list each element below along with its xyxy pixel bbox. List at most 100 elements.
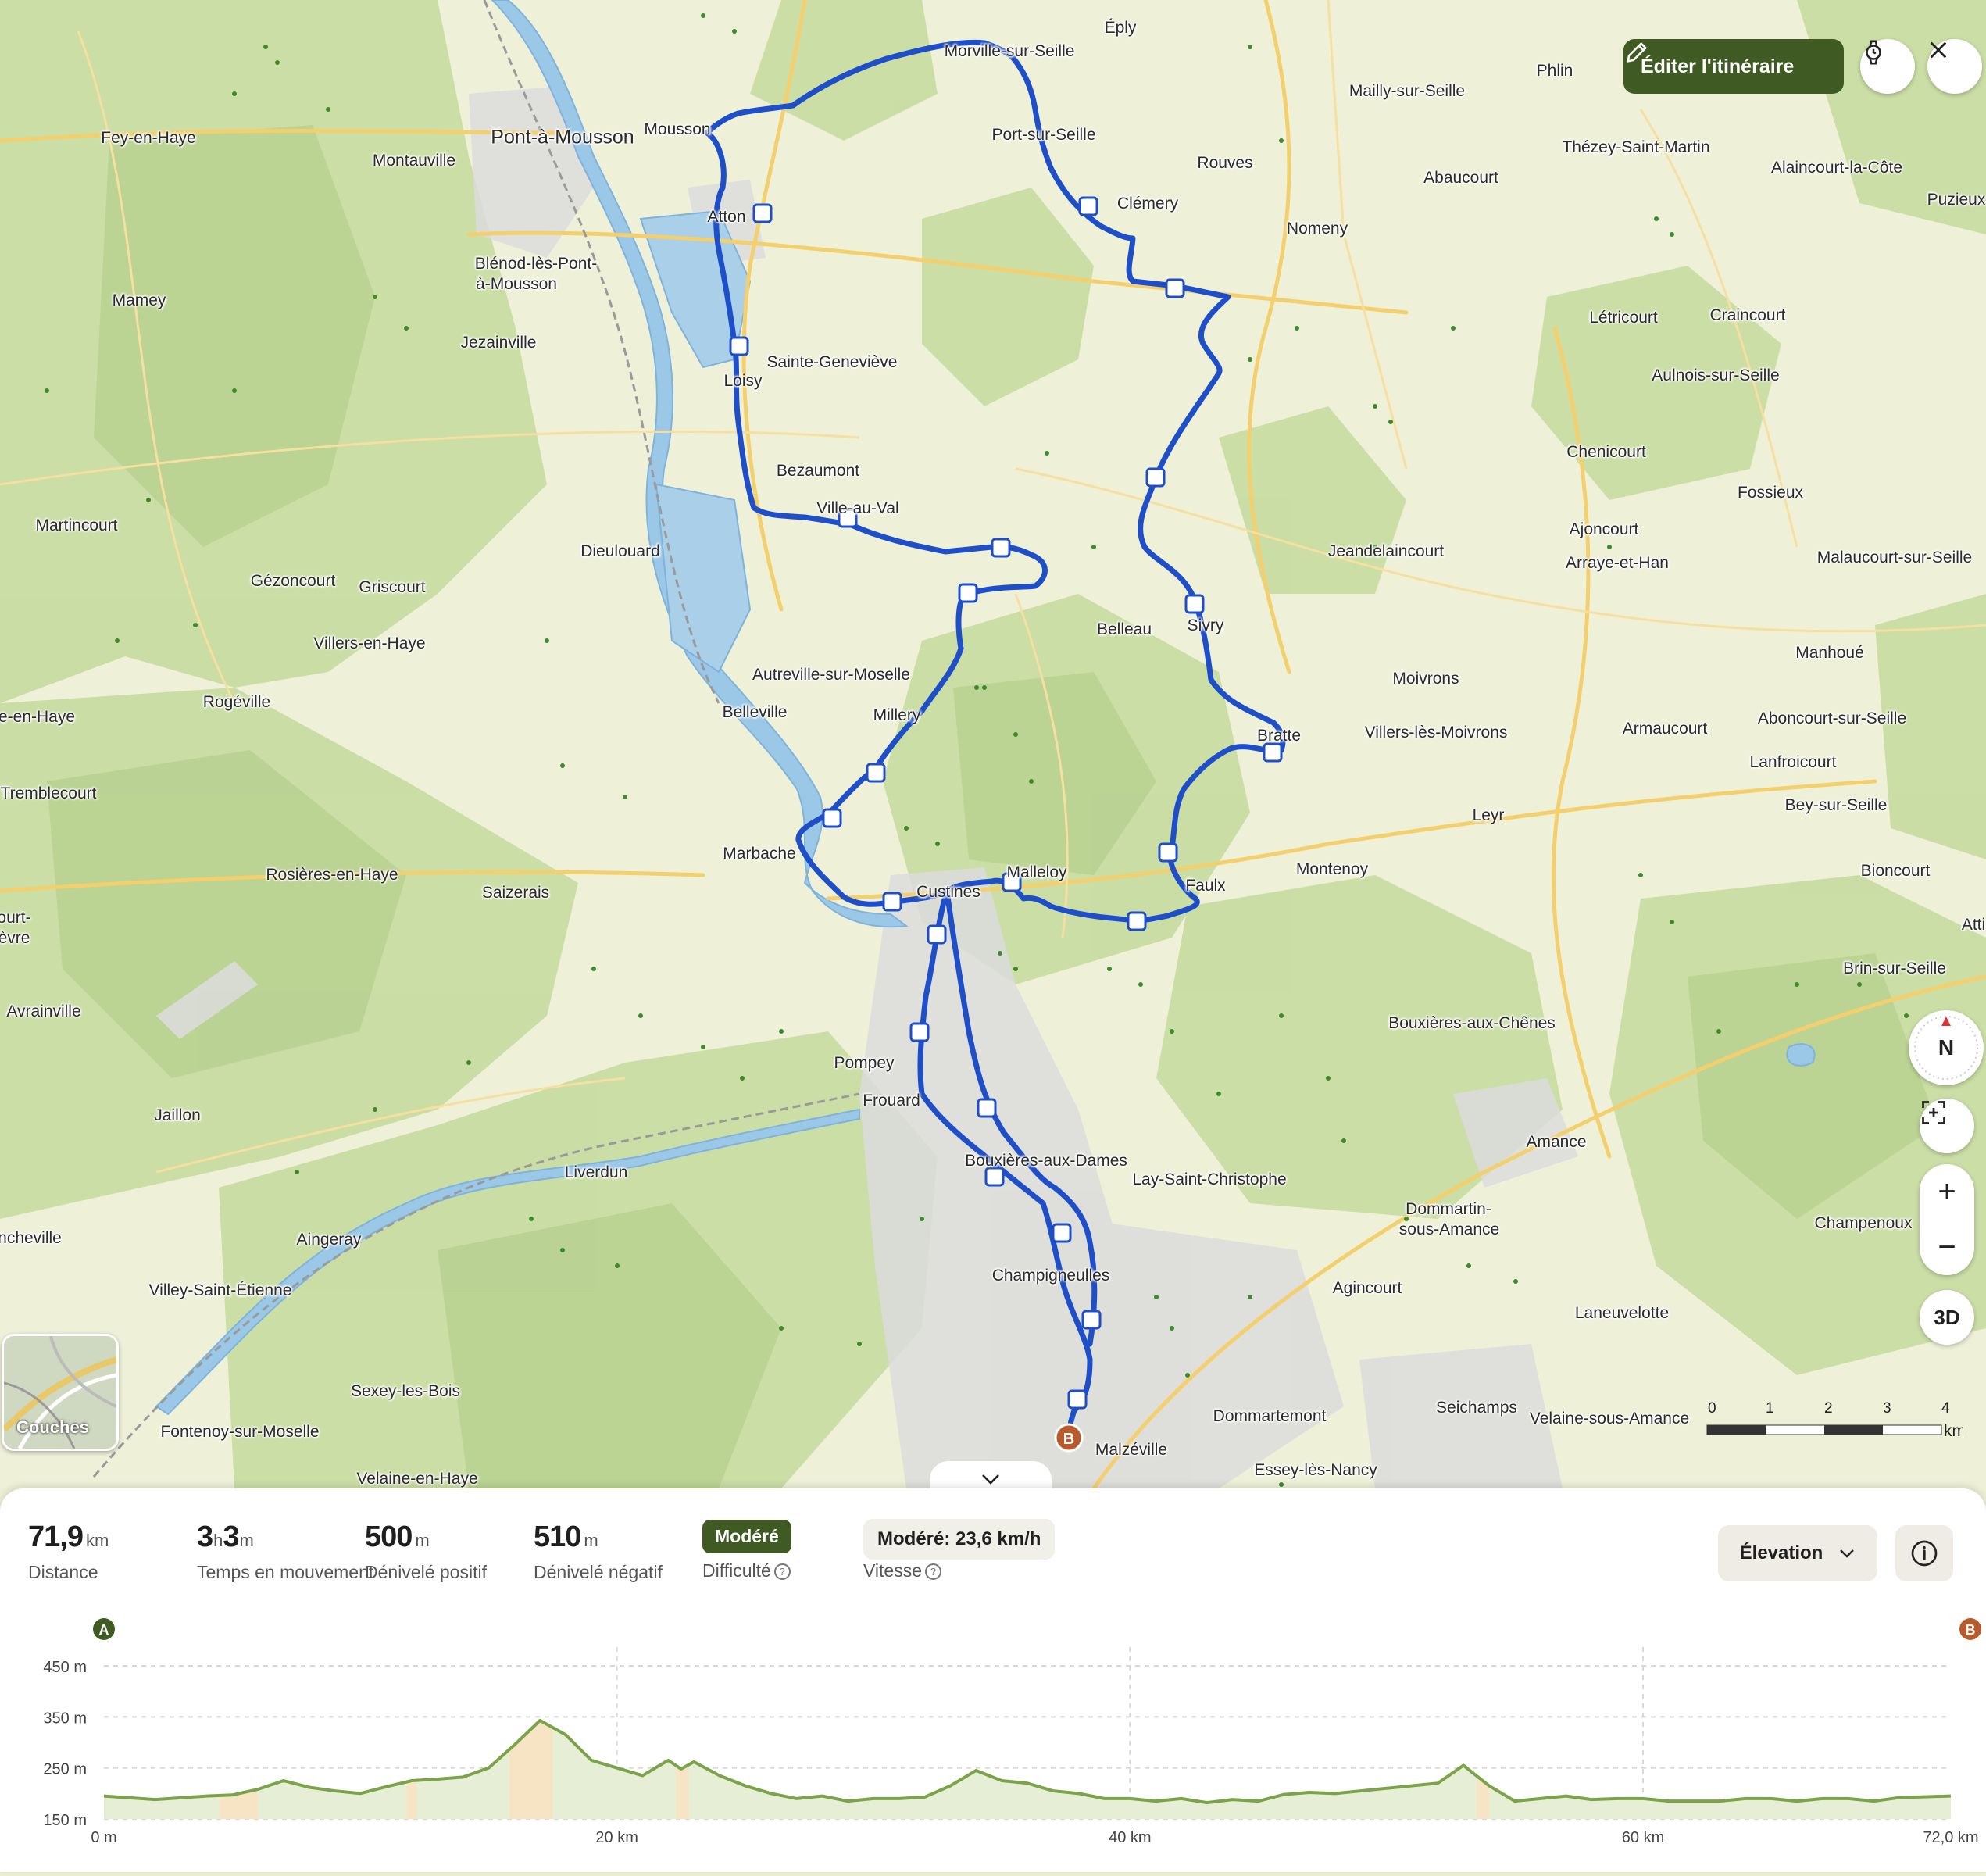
- y-tick-label: 450 m: [43, 1659, 87, 1676]
- place-label: Clémery: [1116, 195, 1179, 213]
- place-label: Seichamps: [1436, 1399, 1517, 1417]
- zoom-controls: + −: [1920, 1164, 1974, 1275]
- place-label: Villey-Saint-Étienne: [148, 1281, 292, 1299]
- x-tick-label: 72,0 km: [1923, 1829, 1978, 1846]
- moving-time-minutes: 3: [223, 1520, 239, 1553]
- place-label: Lanfroicourt: [1749, 753, 1837, 771]
- place-label: Mailly-sur-Seille: [1348, 82, 1466, 100]
- place-label: Autreville-sur-Moselle: [752, 666, 910, 684]
- place-label: Champigneulles: [991, 1267, 1110, 1285]
- x-tick-label: 0 m: [91, 1829, 116, 1846]
- descent-unit: m: [584, 1531, 598, 1550]
- place-label: Leyr: [1472, 806, 1505, 824]
- scale-tick: 1: [1766, 1400, 1774, 1417]
- stat-difficulty[interactable]: Difficulté?: [702, 1553, 791, 1581]
- place-label: Phlin: [1536, 62, 1573, 80]
- recenter-icon: [1922, 1101, 1945, 1124]
- edit-route-button[interactable]: Éditer l'itinéraire: [1623, 39, 1844, 94]
- place-label: Avrainville: [6, 1002, 81, 1020]
- map-view[interactable]: B Morville-sur-Seille Éply Phlin Mailly-…: [0, 0, 1986, 1488]
- place-label: Ville-au-Val: [816, 499, 899, 517]
- stat-speed[interactable]: Vitesse?: [863, 1553, 942, 1581]
- stat-distance: 71,9 km Distance: [28, 1520, 109, 1583]
- place-label: Ajoncourt: [1569, 520, 1639, 538]
- place-label: Arraye-et-Han: [1566, 554, 1669, 572]
- moving-time-hours: 3: [197, 1520, 213, 1553]
- ascent-value: 500: [365, 1520, 413, 1553]
- x-tick-label: 60 km: [1622, 1829, 1664, 1846]
- place-label: Montenoy: [1295, 860, 1369, 878]
- layers-label: Couches: [16, 1417, 89, 1437]
- place-label: Tremblecourt: [0, 784, 97, 802]
- place-label: Mousson: [644, 120, 711, 138]
- elevation-chart[interactable]: 150 m 250 m 350 m 450 m 0 m 20 km 40 km 60 km 72…: [0, 1610, 1986, 1872]
- place-label: e-en-Haye: [0, 708, 76, 726]
- place-label: Jeandelaincourt: [1327, 542, 1445, 560]
- place-label: Custines: [916, 883, 980, 901]
- watch-button[interactable]: [1860, 39, 1915, 94]
- place-label: Atti: [1961, 916, 1986, 934]
- elevation-dropdown-label: Élevation: [1739, 1542, 1823, 1563]
- place-label: à-Mousson: [476, 275, 557, 293]
- place-label: Laneuvelotte: [1574, 1304, 1670, 1322]
- close-button[interactable]: [1927, 39, 1982, 94]
- place-label: Marbache: [723, 845, 796, 863]
- place-label: Dommartin-: [1406, 1200, 1491, 1218]
- place-label: Craincourt: [1709, 306, 1786, 324]
- place-label: Chenicourt: [1566, 443, 1646, 461]
- moving-time-label: Temps en mouvement: [197, 1562, 374, 1582]
- place-label: ourt-: [0, 909, 31, 927]
- place-label: Sexey-les-Bois: [350, 1382, 461, 1400]
- place-label: Aulnois-sur-Seille: [1652, 366, 1780, 384]
- elevation-dropdown[interactable]: Élevation: [1718, 1525, 1877, 1581]
- info-button[interactable]: [1895, 1525, 1953, 1581]
- descent-label: Dénivelé négatif: [534, 1562, 663, 1582]
- layers-button[interactable]: Couches: [2, 1334, 119, 1451]
- place-label: Villers-en-Haye: [313, 634, 426, 652]
- place-label: Villers-lès-Moivrons: [1364, 724, 1508, 741]
- map-canvas: B: [0, 0, 1986, 1488]
- place-label: Moivrons: [1392, 670, 1459, 688]
- place-label: Frouard: [863, 1092, 920, 1110]
- place-label: Bratte: [1256, 727, 1302, 745]
- help-icon[interactable]: ?: [925, 1563, 942, 1581]
- place-label: Malzéville: [1095, 1441, 1168, 1459]
- place-label: Malleloy: [1006, 863, 1067, 881]
- info-icon: [1911, 1540, 1938, 1567]
- place-label: Létricourt: [1589, 309, 1658, 327]
- recenter-button[interactable]: [1920, 1099, 1974, 1153]
- place-label: Bey-sur-Seille: [1784, 796, 1888, 814]
- place-label: Faulx: [1185, 877, 1226, 895]
- zoom-out-button[interactable]: −: [1920, 1220, 1974, 1275]
- place-label: Dieulouard: [580, 542, 660, 560]
- compass-button[interactable]: N: [1909, 1010, 1984, 1085]
- place-label: ncheville: [0, 1229, 62, 1247]
- place-label: Armaucourt: [1622, 720, 1708, 738]
- steep-segment: [406, 1780, 417, 1819]
- place-label: Fontenoy-sur-Moselle: [160, 1423, 320, 1441]
- zoom-in-button[interactable]: +: [1920, 1164, 1974, 1220]
- place-label: Sivry: [1187, 616, 1224, 634]
- place-label: Velaine-en-Haye: [356, 1470, 478, 1488]
- stat-descent: 510 m Dénivelé négatif: [534, 1520, 663, 1583]
- place-label: Blénod-lès-Pont-: [474, 255, 598, 273]
- place-label: Aingeray: [296, 1231, 362, 1249]
- 3d-button[interactable]: 3D: [1920, 1290, 1974, 1345]
- place-label: èvre: [0, 929, 30, 947]
- place-label: Champenoux: [1814, 1214, 1913, 1232]
- help-icon[interactable]: ?: [773, 1563, 791, 1581]
- distance-value: 71,9: [28, 1520, 84, 1553]
- place-label: Bioncourt: [1860, 862, 1931, 880]
- place-label: Port-sur-Seille: [991, 126, 1096, 144]
- place-label: Belleau: [1096, 620, 1152, 638]
- place-label: Malaucourt-sur-Seille: [1816, 549, 1973, 566]
- place-label: Alaincourt-la-Côte: [1770, 159, 1903, 177]
- y-tick-label: 150 m: [43, 1812, 87, 1829]
- place-label: Dommartemont: [1213, 1407, 1327, 1425]
- chevron-down-icon: [1840, 1549, 1855, 1558]
- place-label: Abaucourt: [1423, 169, 1498, 187]
- place-label: Rogéville: [202, 693, 271, 711]
- ascent-unit: m: [415, 1531, 430, 1550]
- place-label: Belleville: [722, 703, 788, 721]
- place-label: Millery: [873, 706, 921, 724]
